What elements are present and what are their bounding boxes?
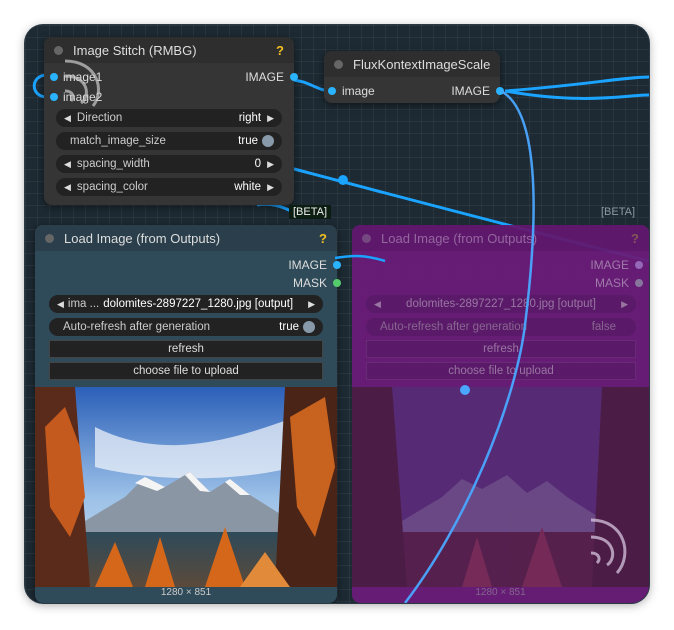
logo-icon — [590, 518, 627, 574]
connection-wires-front — [334, 89, 535, 603]
logo-icon — [64, 59, 100, 107]
node-graph-canvas[interactable]: Image Stitch (RMBG) ? image1 image2 IMAG… — [25, 25, 649, 603]
